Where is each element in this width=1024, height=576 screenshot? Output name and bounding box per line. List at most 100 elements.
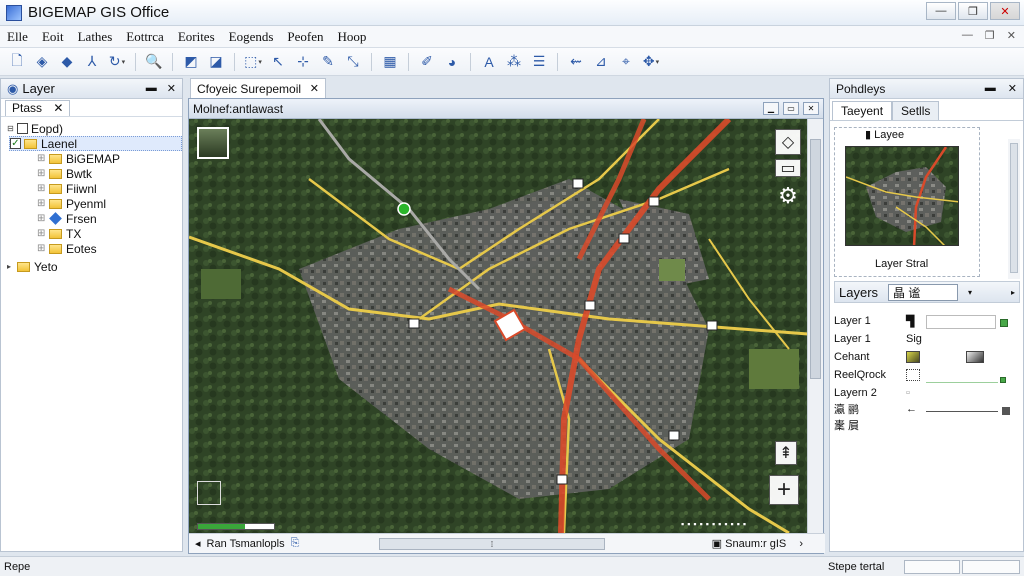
menu-favorites[interactable]: Eorites xyxy=(171,29,222,45)
tree-item-root[interactable]: ⊟ Eopd) xyxy=(7,121,182,136)
back-icon[interactable]: ⇜ xyxy=(565,51,587,73)
tab-close-icon[interactable]: ✕ xyxy=(310,82,319,95)
scroll-right-icon[interactable]: › xyxy=(799,538,803,550)
mdi-minimize-button[interactable]: — xyxy=(962,29,973,42)
tab-layer[interactable]: Taeyent xyxy=(832,101,893,120)
menu-file[interactable]: Elle xyxy=(0,29,35,45)
chart-icon[interactable]: ⊿ xyxy=(590,51,612,73)
map-vertical-scrollbar[interactable] xyxy=(807,119,823,533)
eraser-icon[interactable]: ◪ xyxy=(205,51,227,73)
chevron-down-icon[interactable]: ▾ xyxy=(968,288,972,297)
pencil-icon[interactable]: ✎ xyxy=(317,51,339,73)
menu-edit[interactable]: Eoit xyxy=(35,29,71,45)
layers-toggle-icon[interactable]: ▭ xyxy=(775,159,801,177)
arrow-left-icon[interactable]: ← xyxy=(906,403,917,415)
locate-icon[interactable]: ◇ xyxy=(775,129,801,155)
layer-row[interactable]: Layer 1 Sig xyxy=(834,331,1020,347)
layer-row[interactable]: 瀛 鹂 ← xyxy=(834,401,1020,417)
map-restore-button[interactable]: ▭ xyxy=(783,102,799,115)
close-icon[interactable]: ✕ xyxy=(1008,82,1017,95)
map-close-button[interactable]: ✕ xyxy=(803,102,819,115)
menu-layers[interactable]: Lathes xyxy=(71,29,120,45)
checkbox[interactable] xyxy=(17,123,28,134)
zoom-icon[interactable]: 🔍 xyxy=(143,51,165,73)
map-thumbnail[interactable] xyxy=(197,127,229,159)
map-canvas[interactable]: ◇ ▭ ⚙ ⇞ + ▪▪▪▪▪▪▪▪▪▪▪ xyxy=(189,119,808,533)
tree-item-tx[interactable]: ⊞ TX xyxy=(7,226,182,241)
menu-legends[interactable]: Eogends xyxy=(222,29,281,45)
pattern-swatch[interactable] xyxy=(906,369,920,381)
expand-icon[interactable]: ⊞ xyxy=(37,198,49,209)
north-arrow-icon[interactable]: ⇞ xyxy=(775,441,797,465)
layer-row-tool-icon[interactable]: ▫ xyxy=(906,387,910,399)
expand-icon[interactable]: ⊞ xyxy=(37,243,49,254)
measure-tool-icon[interactable]: ⤡ xyxy=(342,51,364,73)
layer-row[interactable]: ReelQrock xyxy=(834,367,1020,383)
close-button[interactable]: ✕ xyxy=(990,2,1020,20)
properties-scroll-thumb[interactable] xyxy=(1010,143,1018,273)
map-minimize-button[interactable]: ▁ xyxy=(763,102,779,115)
rotate-icon[interactable]: ↻ ▾ xyxy=(106,51,128,73)
tree-item-frsen[interactable]: ⊞ Frsen xyxy=(7,211,182,226)
checkbox-checked[interactable]: ✓ xyxy=(10,138,21,149)
settings-gear-icon[interactable]: ⚙ xyxy=(775,183,801,209)
expand-arrow-icon[interactable]: ▸ xyxy=(7,262,17,271)
node-icon[interactable]: ⁂ xyxy=(503,51,525,73)
color-icon[interactable]: ◕ xyxy=(441,51,463,73)
tag-icon[interactable]: ⌖ xyxy=(615,51,637,73)
layer-row[interactable]: Cehant xyxy=(834,349,1020,365)
edit-icon[interactable]: ✐ xyxy=(416,51,438,73)
layer-row-tool-icon[interactable]: ▜ xyxy=(906,315,914,328)
tree-item-yeto[interactable]: ▸ Yeto xyxy=(7,259,182,274)
paint-icon[interactable]: ◩ xyxy=(180,51,202,73)
pointer-icon[interactable]: ↖ xyxy=(267,51,289,73)
tab-settings[interactable]: Setlls xyxy=(892,101,940,120)
pin-icon[interactable]: ▬ xyxy=(146,82,157,95)
tree-item-eotes[interactable]: ⊞ Eotes xyxy=(7,241,182,256)
menu-extract[interactable]: Eottrca xyxy=(119,29,171,45)
opacity-slider-track[interactable] xyxy=(926,411,998,412)
save-layer-icon[interactable]: ◆ xyxy=(56,51,78,73)
expand-icon[interactable]: ⊞ xyxy=(37,213,49,224)
sheet-tab-icon[interactable]: ⎘ xyxy=(291,537,300,550)
overview-map[interactable] xyxy=(845,146,959,246)
pin-icon[interactable]: ▬ xyxy=(985,82,996,95)
color-swatch[interactable] xyxy=(906,351,920,363)
expand-icon[interactable]: ⊞ xyxy=(37,228,49,239)
properties-scrollbar[interactable] xyxy=(1008,139,1020,279)
opacity-slider-handle[interactable] xyxy=(1002,407,1010,415)
layer-row-field[interactable] xyxy=(926,315,996,329)
sheet-tab[interactable]: ◂ Ran Tsmanlopls ⎘ xyxy=(195,537,299,550)
layer-slider-handle[interactable] xyxy=(1000,377,1006,383)
mdi-restore-button[interactable]: ❐ xyxy=(985,29,995,42)
expand-icon[interactable]: ⊞ xyxy=(37,153,49,164)
open-layer-icon[interactable]: ◈ xyxy=(31,51,53,73)
layer-row[interactable]: Layern 2 ▫ xyxy=(834,385,1020,401)
select-icon[interactable]: ⬚ ▾ xyxy=(242,51,264,73)
layers-select[interactable]: 晶 谧 xyxy=(888,283,959,301)
sheet-tab-arrow-icon[interactable]: ◂ xyxy=(195,537,201,550)
collapse-arrow-icon[interactable]: ▸ xyxy=(1011,288,1015,297)
zoom-in-button[interactable]: + xyxy=(769,475,799,505)
layer-row[interactable]: 㯻 屓 xyxy=(834,417,1020,433)
new-file-icon[interactable]: 🗋 xyxy=(6,51,28,73)
text-icon[interactable]: A xyxy=(478,51,500,73)
close-icon[interactable]: ✕ xyxy=(167,82,176,95)
maximize-button[interactable]: ❐ xyxy=(958,2,988,20)
route-icon[interactable]: ⅄ xyxy=(81,51,103,73)
align-icon[interactable]: ☰ xyxy=(528,51,550,73)
menu-help[interactable]: Hoop xyxy=(331,29,374,45)
expand-icon[interactable]: ⊞ xyxy=(37,183,49,194)
tab-map-document[interactable]: Cfoyeic Surepemoil ✕ xyxy=(190,78,326,98)
expand-icon[interactable]: ⊞ xyxy=(37,168,49,179)
horizontal-scroll-thumb[interactable]: ⁞ xyxy=(379,538,605,550)
layer-visibility-toggle[interactable] xyxy=(1000,319,1008,327)
tab-close-icon[interactable]: ✕ xyxy=(53,101,63,115)
minimize-button[interactable]: — xyxy=(926,2,956,20)
tree-item-pyenml[interactable]: ⊞ Pyenml xyxy=(7,196,182,211)
color-swatch[interactable] xyxy=(966,351,984,363)
measure-icon[interactable]: ⊹ xyxy=(292,51,314,73)
tree-item-bigemap[interactable]: ⊞ BiGEMAP xyxy=(7,151,182,166)
collapse-icon[interactable]: ⊟ xyxy=(7,124,17,133)
move-icon[interactable]: ✥ ▾ xyxy=(640,51,662,73)
